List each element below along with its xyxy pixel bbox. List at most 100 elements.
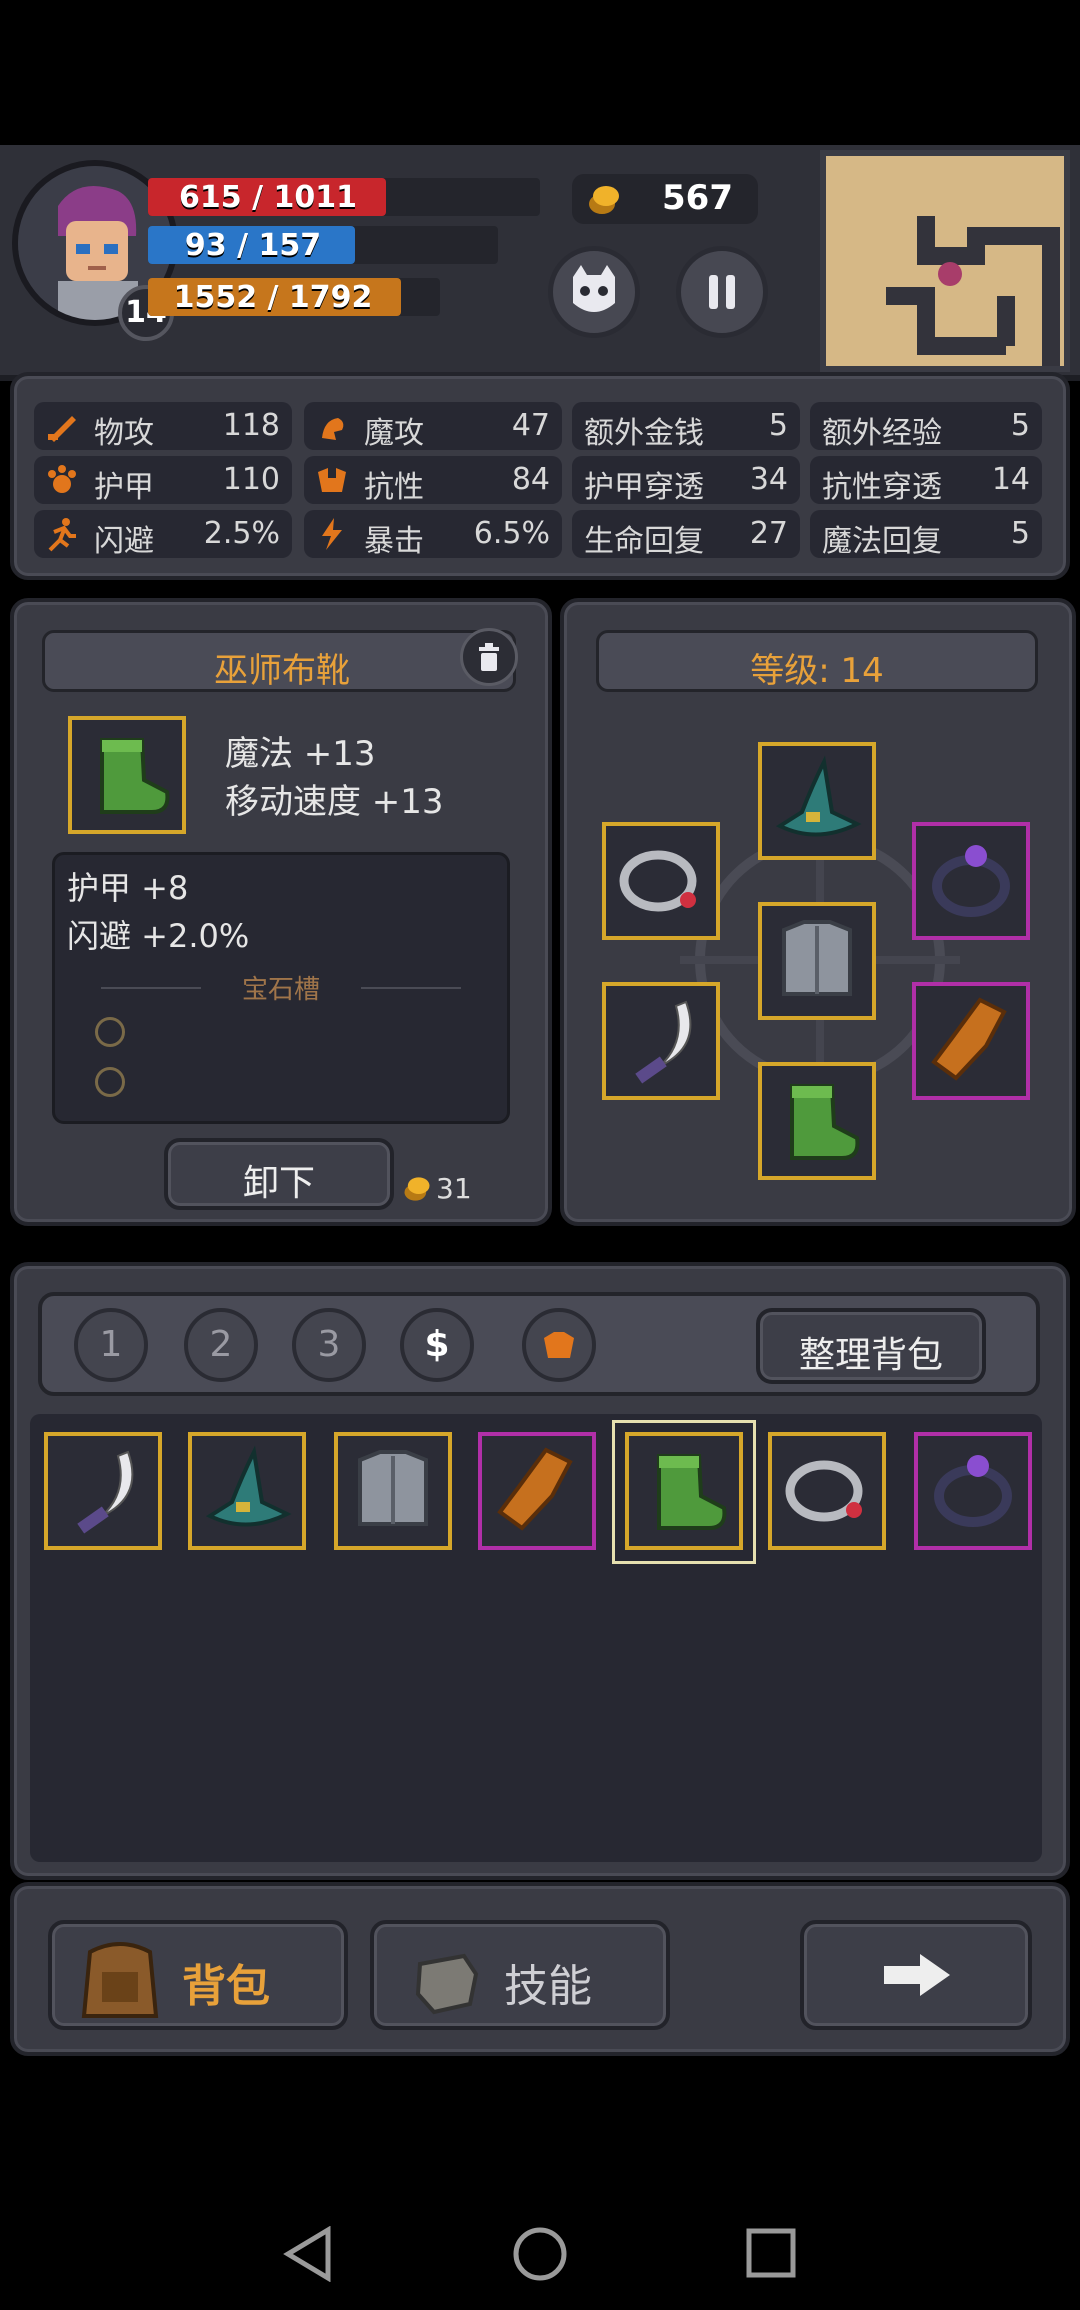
stat-label: 暴击 [364,524,424,559]
fist-icon [415,1953,479,2015]
backpack-icon [81,1942,159,2018]
stat-label: 物攻 [94,416,154,451]
boots-icon [790,1084,860,1160]
stat-value: 14 [991,462,1030,497]
stat-label: 抗性穿透 [822,470,942,505]
equip-slot-boots[interactable] [758,1062,876,1180]
trash-icon [479,643,499,671]
gauntlet-icon [931,997,1007,1081]
stat-item: 抗性穿透 14 [810,456,1042,505]
dagger-icon [635,1000,692,1084]
skills-label: 技能 [504,1961,592,2012]
resist-icon [318,468,346,492]
gold-amount: 567 [662,178,733,218]
sort-bag-label: 整理背包 [798,1335,943,1376]
equip-slot-gloves[interactable] [912,982,1030,1100]
stat-value: 84 [511,462,550,497]
xp-text: 1552 / 1792 [173,280,373,315]
stat-value: 5 [768,408,788,443]
bag-tab-3[interactable]: 3 [292,1308,366,1382]
bag-tab-1[interactable]: 1 [74,1308,148,1382]
stat-item: 护甲穿透 34 [572,456,800,505]
pause-button[interactable] [676,246,768,338]
next-button[interactable] [800,1920,1032,2030]
sort-bag-button[interactable]: 整理背包 [756,1308,986,1384]
skills-button[interactable]: 技能 [370,1920,670,2030]
stat-item: 魔法回复 5 [810,510,1042,559]
stat-label: 魔攻 [364,416,424,451]
stat-item: 护甲 110 [34,456,292,505]
stat-value: 27 [749,516,788,551]
bag-tab-2[interactable]: 2 [184,1308,258,1382]
stat-value: 6.5% [473,516,550,551]
bag-item-purple-ring[interactable] [914,1432,1032,1550]
dagger-icon [77,1450,134,1534]
equipment-level-header: 等级: 14 [596,630,1038,692]
sell-price-amount: 31 [436,1172,472,1205]
equip-slot-ring-left[interactable] [602,822,720,940]
bag-item-gauntlet[interactable] [478,1432,596,1550]
silver-ring-icon [785,1460,863,1522]
equip-slot-weapon[interactable] [602,982,720,1100]
hp-text: 615 / 1011 [179,180,357,215]
gold-coin-icon [589,186,619,214]
magic-hand-icon [322,418,344,440]
dollar-icon: $ [424,1324,450,1365]
gold-coin-icon [404,1177,430,1201]
xp-bar: 1552 / 1792 [148,278,440,316]
item-sub-stats-box: 护甲 +8 闪避 +2.0% 宝石槽 [52,852,510,1124]
bag-item-silver-ring[interactable] [768,1432,886,1550]
equip-slot-head[interactable] [758,742,876,860]
stat-item: 闪避 2.5% [34,510,292,559]
stat-label: 额外经验 [822,416,942,451]
silver-ring-icon [619,850,697,912]
bag-item-chest-armor[interactable] [334,1432,452,1550]
stat-label: 闪避 [94,524,154,559]
arrow-right-icon [884,1954,950,1996]
pet-button[interactable] [548,246,640,338]
stat-value: 47 [511,408,550,443]
item-main-stat-2: 移动速度 +13 [225,782,444,822]
minimap-map-icon [886,216,1060,366]
chest-armor-icon [782,920,852,996]
bag-item-dagger[interactable] [44,1432,162,1550]
backpack-button[interactable]: 背包 [48,1920,348,2030]
sword-icon [48,416,76,442]
stat-label: 抗性 [364,470,424,505]
item-name: 巫师布靴 [214,651,350,691]
bag-tab-equipment[interactable] [522,1308,596,1382]
gem-socket-2[interactable] [95,1067,125,1097]
stat-item: 抗性 84 [304,456,562,505]
equip-slot-ring-right[interactable] [912,822,1030,940]
hp-bar: 615 / 1011 [148,178,540,216]
wizard-hat-icon [775,755,862,837]
stat-value: 2.5% [203,516,280,551]
recents-icon[interactable] [746,2228,796,2278]
back-icon[interactable] [282,2226,334,2282]
stat-value: 5 [1010,408,1030,443]
gem-socket-1[interactable] [95,1017,125,1047]
selected-item-slot [68,716,186,834]
home-icon[interactable] [512,2226,568,2282]
stat-label: 生命回复 [584,524,704,559]
bag-item-wizard-hat[interactable] [188,1432,306,1550]
item-main-stat-1: 魔法 +13 [225,734,376,774]
bag-item-boots[interactable] [625,1432,743,1550]
unequip-button[interactable]: 卸下 [164,1138,394,1210]
chest-armor-icon [358,1450,428,1526]
running-man-icon [48,518,76,552]
mp-bar: 93 / 157 [148,226,498,264]
item-sub-stat-2: 闪避 +2.0% [67,917,250,955]
gauntlet-icon [497,1447,573,1531]
equip-slot-chest[interactable] [758,902,876,1020]
purple-ring-icon [932,845,1010,917]
minimap[interactable] [820,150,1070,372]
pet-face-icon [573,265,615,312]
stat-item: 生命回复 27 [572,510,800,559]
bag-tab-sell[interactable]: $ [400,1308,474,1382]
pause-icon [709,275,735,309]
stat-label: 额外金钱 [584,416,704,451]
boots-icon [657,1454,727,1530]
item-sub-stat-1: 护甲 +8 [67,869,189,907]
discard-button[interactable] [460,628,518,686]
